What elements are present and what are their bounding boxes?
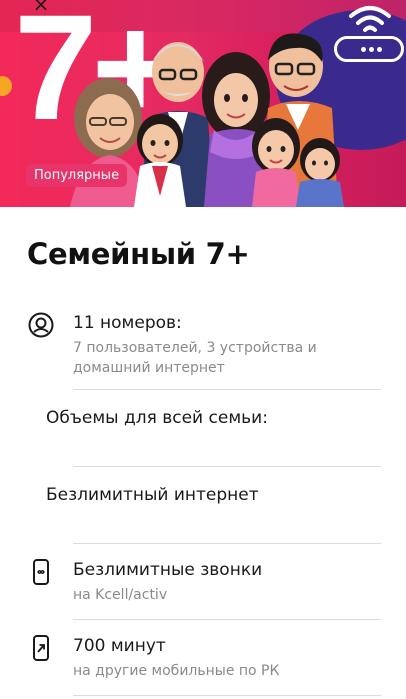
unlimited-internet-item: Безлимитный интернет	[46, 485, 259, 505]
router-icon	[334, 36, 404, 62]
divider	[73, 543, 381, 544]
close-icon: ×	[32, 0, 50, 16]
divider	[73, 695, 381, 696]
divider	[73, 619, 381, 620]
feature-minutes-title: 700 минут	[73, 636, 166, 656]
outgoing-call-phone-icon	[33, 635, 49, 661]
feature-calls-title: Безлимитные звонки	[73, 560, 263, 580]
infinity-phone-icon	[33, 559, 49, 585]
plan-title: Семейный 7+	[27, 237, 250, 271]
family-volumes-heading: Объемы для всей семьи:	[46, 408, 268, 428]
divider	[73, 389, 381, 390]
hero-banner: 7+ × Популярные	[0, 0, 406, 207]
tariff-page: 7+ × Популярные Семейный 7+ 11 номеров: …	[0, 0, 406, 699]
grandmother-figure	[70, 78, 148, 207]
divider	[73, 466, 381, 467]
feature-numbers-subtitle-line2: домашний интернет	[73, 360, 225, 376]
feature-calls-subtitle: на Kcell/activ	[73, 587, 168, 603]
feature-numbers-title: 11 номеров:	[73, 313, 182, 333]
close-button[interactable]: ×	[30, 0, 52, 16]
tariff-details-card: Семейный 7+ 11 номеров: 7 пользователей,…	[0, 207, 406, 699]
popular-badge: Популярные	[26, 164, 128, 187]
girl-figure	[252, 118, 300, 207]
feature-minutes-subtitle: на другие мобильные по РК	[73, 663, 280, 679]
wifi-icon	[349, 6, 391, 32]
person-circle-icon	[28, 312, 54, 338]
feature-numbers-subtitle-line1: 7 пользователей, 3 устройства и	[73, 340, 317, 356]
